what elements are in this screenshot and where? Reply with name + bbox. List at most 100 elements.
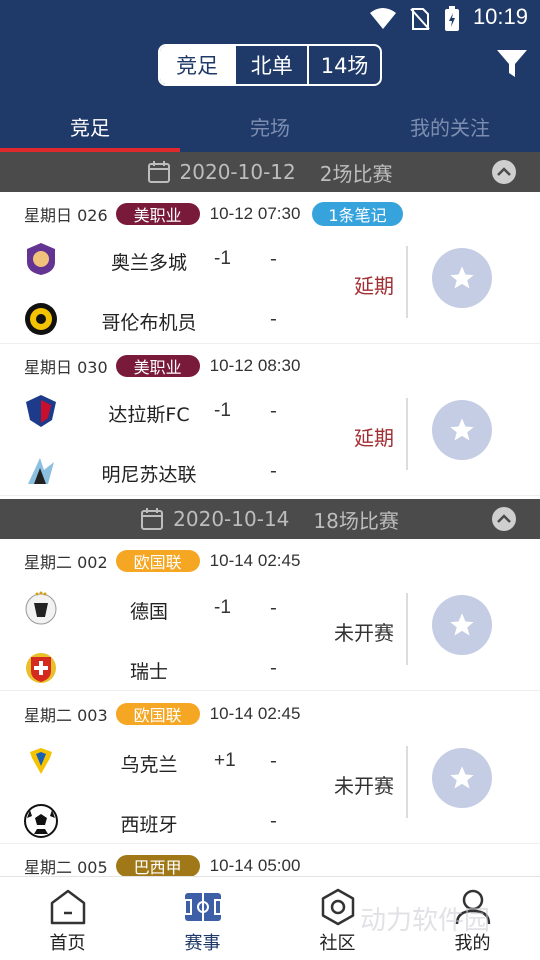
away-score: - bbox=[270, 657, 277, 679]
match-time: 10-14 05:00 bbox=[209, 856, 301, 875]
status-time: 10:19 bbox=[472, 4, 528, 29]
league-badge: 巴西甲 bbox=[115, 855, 200, 877]
match-card[interactable]: 星期二 003 欧国联 10-14 02:45 乌克兰 +1 - 西班牙 - 未… bbox=[0, 692, 540, 844]
away-team-name: 瑞士 bbox=[129, 661, 168, 683]
away-team-name: 明尼苏达联 bbox=[101, 464, 197, 486]
away-team-name: 哥伦布机员 bbox=[101, 312, 197, 334]
match-status: 延期 bbox=[354, 426, 394, 450]
home-team-name: 德国 bbox=[129, 601, 168, 623]
away-score: - bbox=[270, 810, 277, 832]
ukraine-logo bbox=[30, 748, 52, 774]
date-group-header[interactable]: 2020-10-14 18场比赛 bbox=[0, 499, 540, 539]
match-card[interactable]: 星期日 030 美职业 10-12 08:30 达拉斯FC -1 - 明尼苏达联… bbox=[0, 344, 540, 496]
fc-dallas-logo bbox=[26, 395, 56, 427]
match-code: 星期二 005 bbox=[24, 858, 108, 877]
home-team-name: 乌克兰 bbox=[120, 754, 178, 776]
group-date: 2020-10-12 bbox=[179, 160, 296, 184]
away-team-row: 西班牙 - bbox=[24, 802, 324, 842]
collapse-icon[interactable] bbox=[492, 160, 516, 184]
nav-home[interactable]: 首页 bbox=[0, 877, 135, 960]
group-count: 18场比赛 bbox=[313, 508, 399, 533]
favorite-button[interactable] bbox=[432, 400, 492, 460]
watermark: 动力软件园 bbox=[360, 905, 491, 935]
home-team-row: 德国 -1 - bbox=[24, 589, 324, 629]
match-status: 未开赛 bbox=[334, 621, 394, 645]
home-team-row: 乌克兰 +1 - bbox=[24, 742, 324, 782]
favorite-button[interactable] bbox=[432, 248, 492, 308]
home-team-row: 奥兰多城 -1 - bbox=[24, 240, 324, 280]
match-code: 星期日 026 bbox=[24, 206, 108, 225]
match-time: 10-12 07:30 bbox=[209, 204, 301, 223]
orlando-city-logo bbox=[27, 243, 55, 275]
handicap: -1 bbox=[214, 400, 231, 421]
star-icon bbox=[450, 613, 474, 636]
calendar-icon bbox=[141, 508, 164, 530]
segment-14[interactable]: 14场 bbox=[307, 46, 380, 84]
away-team-row: 明尼苏达联 - bbox=[24, 452, 324, 492]
match-status: 延期 bbox=[354, 274, 394, 298]
match-time: 10-14 02:45 bbox=[209, 551, 301, 570]
divider bbox=[406, 593, 408, 665]
soccer-field-icon bbox=[183, 893, 222, 921]
segment-beidan[interactable]: 北单 bbox=[234, 46, 307, 84]
switzerland-logo bbox=[26, 653, 56, 683]
match-card[interactable]: 星期二 002 欧国联 10-14 02:45 德国 -1 - 瑞士 - 未开赛 bbox=[0, 539, 540, 691]
soccer-ball-icon bbox=[24, 804, 58, 838]
home-team-row: 达拉斯FC -1 - bbox=[24, 392, 324, 432]
segment-jingzu[interactable]: 竞足 bbox=[160, 46, 235, 84]
columbus-crew-logo bbox=[25, 303, 57, 335]
away-team-row: 瑞士 - bbox=[24, 649, 324, 689]
app-header: 10:19 竞足 北单 14场 竞足 完场 我的关注 bbox=[0, 0, 540, 152]
no-sim-icon bbox=[410, 8, 430, 30]
handicap: +1 bbox=[214, 750, 236, 771]
collapse-icon[interactable] bbox=[492, 507, 516, 531]
league-badge: 美职业 bbox=[115, 355, 200, 377]
star-icon bbox=[450, 418, 474, 441]
calendar-icon bbox=[147, 161, 170, 183]
germany-logo bbox=[25, 591, 57, 625]
nav-community-label: 社区 bbox=[319, 933, 356, 954]
home-icon bbox=[50, 889, 85, 925]
battery-icon bbox=[445, 6, 459, 31]
home-score: - bbox=[270, 248, 277, 270]
date-group-header[interactable]: 2020-10-12 2场比赛 bbox=[0, 152, 540, 192]
tab-jingzu[interactable]: 竞足 bbox=[0, 100, 180, 152]
divider bbox=[406, 746, 408, 818]
match-time: 10-12 08:30 bbox=[209, 356, 301, 375]
home-score: - bbox=[270, 400, 277, 422]
match-time: 10-14 02:45 bbox=[209, 704, 301, 723]
divider bbox=[406, 246, 408, 318]
community-icon bbox=[321, 888, 354, 926]
favorite-button[interactable] bbox=[432, 595, 492, 655]
away-team-name: 西班牙 bbox=[120, 814, 178, 836]
match-status: 未开赛 bbox=[334, 774, 394, 798]
handicap: -1 bbox=[214, 248, 231, 269]
handicap: -1 bbox=[214, 597, 231, 618]
note-badge[interactable]: 1条笔记 bbox=[312, 202, 403, 226]
home-score: - bbox=[270, 750, 277, 772]
league-badge: 美职业 bbox=[115, 203, 200, 225]
away-score: - bbox=[270, 460, 277, 482]
league-badge: 欧国联 bbox=[115, 703, 200, 725]
star-icon bbox=[450, 766, 474, 789]
star-icon bbox=[450, 266, 474, 289]
league-badge: 欧国联 bbox=[115, 550, 200, 572]
home-team-name: 达拉斯FC bbox=[108, 404, 190, 426]
status-bar: 10:19 bbox=[0, 0, 540, 36]
wifi-icon bbox=[370, 8, 396, 29]
divider bbox=[406, 398, 408, 470]
match-card[interactable]: 星期日 026 美职业 10-12 07:30 1条笔记 奥兰多城 -1 - 哥… bbox=[0, 192, 540, 344]
away-team-row: 哥伦布机员 - bbox=[24, 300, 324, 340]
filter-icon[interactable] bbox=[496, 48, 528, 80]
match-code: 星期二 003 bbox=[24, 706, 108, 725]
tab-my-follow[interactable]: 我的关注 bbox=[360, 100, 540, 152]
lottery-type-selector: 竞足 北单 14场 bbox=[158, 44, 382, 86]
group-date: 2020-10-14 bbox=[173, 507, 290, 531]
match-code: 星期二 002 bbox=[24, 553, 108, 572]
nav-home-label: 首页 bbox=[49, 933, 86, 954]
tab-finished[interactable]: 完场 bbox=[180, 100, 360, 152]
favorite-button[interactable] bbox=[432, 748, 492, 808]
nav-matches[interactable]: 赛事 bbox=[135, 877, 270, 960]
match-code: 星期日 030 bbox=[24, 358, 108, 377]
tab-bar: 竞足 完场 我的关注 bbox=[0, 100, 540, 152]
